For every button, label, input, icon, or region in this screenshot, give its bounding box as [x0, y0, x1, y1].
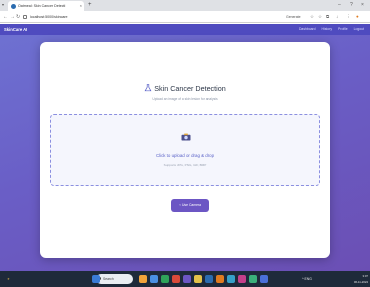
- page-subtitle: Upload an image of a skin lesion for ana…: [152, 97, 218, 101]
- upload-dropzone[interactable]: Click to upload or drag & drop Supports …: [50, 114, 320, 186]
- windows-start-icon[interactable]: [92, 275, 100, 283]
- clock-date: 06-11-2024: [353, 280, 368, 284]
- page-title: Skin Cancer Detection: [40, 84, 330, 93]
- url-text: localhost:5000/skincare: [30, 15, 68, 19]
- app-icon-6[interactable]: [205, 275, 213, 283]
- nav-link-dashboard[interactable]: Dashboard: [299, 27, 316, 31]
- app-icon-3[interactable]: [172, 275, 180, 283]
- tab-close-icon[interactable]: ×: [80, 1, 82, 11]
- app-icon-2[interactable]: [161, 275, 169, 283]
- tab-title: Oatmeal: Skin Cancer Detecti: [18, 4, 66, 8]
- browser-tab-bar: ▾ Oatmeal: Skin Cancer Detecti × + – ? ×: [0, 0, 370, 11]
- search-placeholder: Search: [103, 277, 114, 281]
- camera-icon: [181, 133, 191, 141]
- app-icon-8[interactable]: [238, 275, 246, 283]
- back-icon[interactable]: ←: [3, 13, 8, 21]
- taskbar-search[interactable]: Search: [96, 274, 133, 284]
- app-viewport: SkinCare AI Dashboard History Profile Lo…: [0, 24, 370, 271]
- app-icon-9[interactable]: [249, 275, 257, 283]
- nav-link-logout[interactable]: Logout: [354, 27, 364, 31]
- url-field[interactable]: localhost:5000/skincare: [22, 13, 274, 21]
- site-info-icon[interactable]: [23, 15, 27, 19]
- weather-widget[interactable]: ☀: [7, 274, 10, 284]
- use-camera-label: Use Camera: [181, 203, 202, 207]
- app-navbar: SkinCare AI Dashboard History Profile Lo…: [0, 24, 370, 35]
- taskbar-clock[interactable]: 3:07 06-11-2024: [350, 273, 368, 285]
- forward-icon[interactable]: →: [10, 13, 15, 21]
- windows-taskbar: ☀ Search ^ ENG 3:07 06-11-2024: [0, 271, 370, 287]
- browser-tab[interactable]: Oatmeal: Skin Cancer Detecti ×: [8, 1, 84, 11]
- app-icon-4[interactable]: [183, 275, 191, 283]
- app-icon-1[interactable]: [150, 275, 158, 283]
- system-tray[interactable]: ^ ENG: [302, 274, 312, 284]
- extension-icon[interactable]: ☆: [310, 13, 314, 21]
- download-icon[interactable]: ↓: [336, 13, 338, 21]
- flask-icon: [144, 84, 152, 92]
- close-window-button[interactable]: ×: [361, 1, 364, 10]
- app-icon-7[interactable]: [227, 275, 235, 283]
- nav-links: Dashboard History Profile Logout: [294, 24, 364, 35]
- reload-icon[interactable]: ↻: [16, 13, 20, 21]
- favicon-icon: [11, 4, 16, 9]
- tab-menu-icon[interactable]: ▾: [2, 2, 4, 7]
- app-icon-10[interactable]: [260, 275, 268, 283]
- page-title-text: Skin Cancer Detection: [154, 84, 226, 93]
- profile-button[interactable]: Generate: [286, 13, 301, 21]
- chrome-taskbar-icon[interactable]: [216, 275, 224, 283]
- app-icon-5[interactable]: [194, 275, 202, 283]
- file-explorer-icon[interactable]: [139, 275, 147, 283]
- chrome-account-icon[interactable]: ●: [356, 13, 359, 21]
- dropzone-hint: Supports JPG, PNG, GIF, BMP: [163, 163, 207, 167]
- extensions-puzzle-icon[interactable]: ⧉: [326, 13, 329, 21]
- nav-link-history[interactable]: History: [322, 27, 333, 31]
- upload-card: Skin Cancer Detection Upload an image of…: [40, 42, 330, 258]
- nav-link-profile[interactable]: Profile: [338, 27, 348, 31]
- menu-icon[interactable]: ⋮: [346, 13, 351, 21]
- minimize-button[interactable]: –: [338, 1, 341, 10]
- button-camera-icon: ⌁: [178, 203, 182, 207]
- dropzone-text: Click to upload or drag & drop: [155, 153, 215, 158]
- bookmark-icon[interactable]: ☆: [318, 13, 322, 21]
- help-button[interactable]: ?: [350, 1, 353, 10]
- brand-logo[interactable]: SkinCare AI: [4, 24, 27, 35]
- use-camera-button[interactable]: ⌁ Use Camera: [171, 199, 209, 212]
- new-tab-button[interactable]: +: [88, 1, 92, 10]
- address-bar: ← → ↻ localhost:5000/skincare Generate ☆…: [0, 11, 370, 23]
